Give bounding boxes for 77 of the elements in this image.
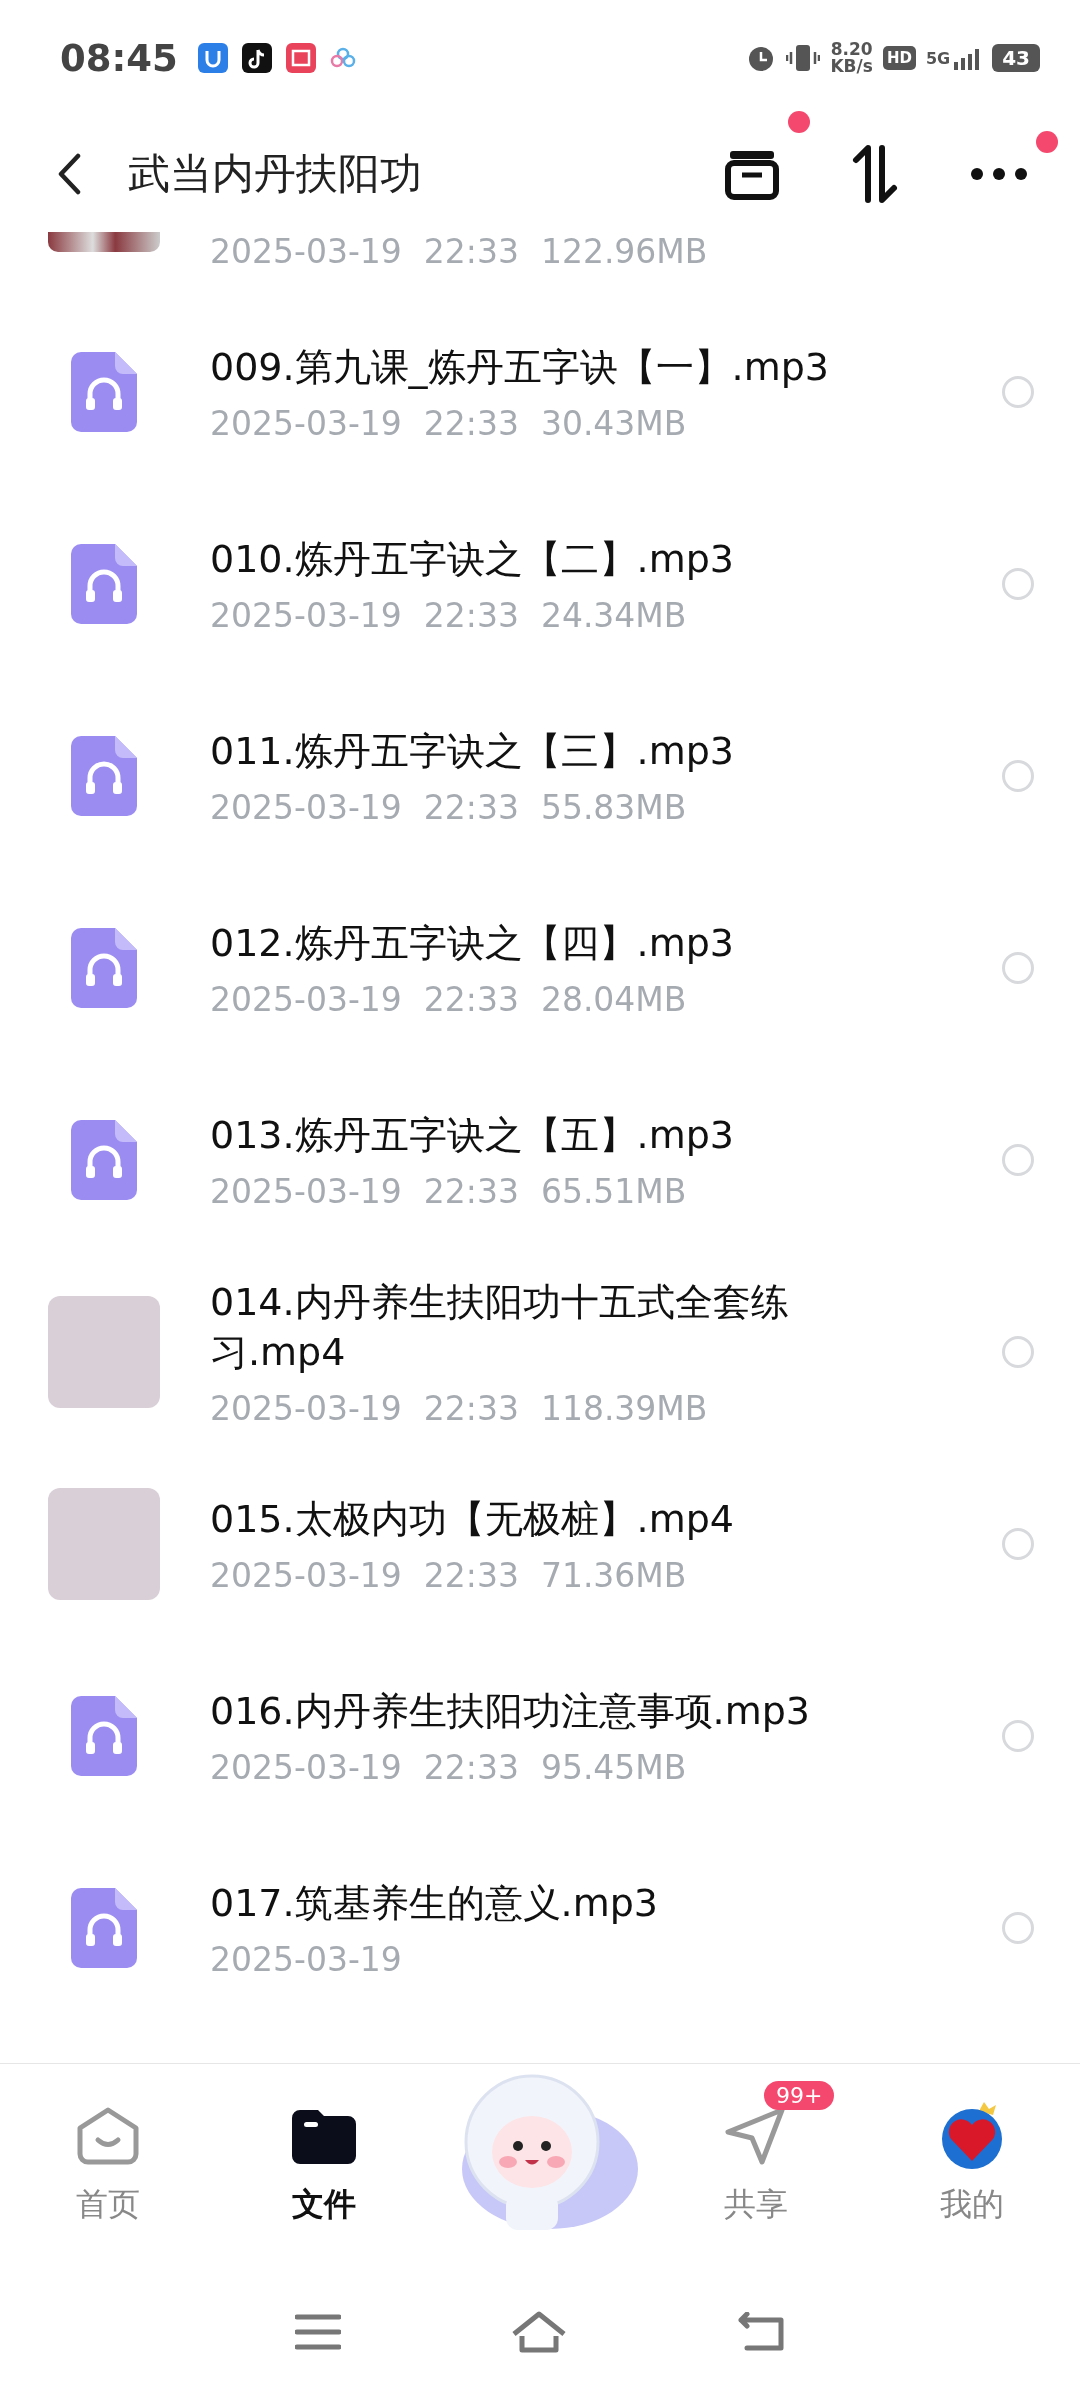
file-date: 2025-03-19 [210, 787, 402, 827]
hd-badge: HD [882, 46, 916, 70]
nav-label[interactable]: 文件 [292, 2183, 356, 2227]
file-time: 22:33 [423, 787, 519, 827]
nav-label[interactable]: 共享 [724, 2183, 788, 2227]
file-time: 22:33 [423, 1747, 519, 1787]
file-date: 2025-03-19 [210, 1939, 402, 1979]
battery-level: 43 [992, 44, 1040, 72]
file-size: 30.43MB [540, 403, 687, 443]
audio-file-icon [71, 1120, 137, 1200]
app-icon [241, 43, 272, 73]
file-size: 24.34MB [540, 595, 687, 635]
file-date: 2025-03-19 [210, 1555, 402, 1595]
network-speed: 8.20 KB/s [830, 41, 873, 75]
sort-icon[interactable] [850, 144, 900, 204]
back-icon[interactable] [56, 153, 82, 195]
more-icon[interactable] [970, 167, 1028, 181]
app-icon [285, 43, 316, 73]
file-date: 2025-03-19 [210, 1747, 402, 1787]
file-name[interactable]: 009.第九课_炼丹五字诀【一】.mp3 [210, 341, 850, 392]
file-date: 2025-03-19 [210, 232, 402, 271]
home-icon[interactable] [76, 2106, 140, 2166]
file-time: 22:33 [423, 232, 519, 271]
file-size: 122.96MB [540, 232, 708, 271]
file-time: 22:33 [423, 595, 519, 635]
file-size: 28.04MB [540, 979, 687, 1019]
file-time: 22:33 [423, 403, 519, 443]
file-size: 118.39MB [540, 1388, 708, 1428]
home-icon[interactable] [510, 2310, 568, 2354]
file-name[interactable]: 014.内丹养生扶阳功十五式全套练习.mp4 [210, 1276, 850, 1377]
audio-file-icon [71, 1888, 137, 1968]
audio-file-icon [71, 736, 137, 816]
file-time: 22:33 [423, 1171, 519, 1211]
count-badge: 99+ [764, 2081, 835, 2110]
select-radio[interactable] [1002, 1912, 1034, 1944]
file-date: 2025-03-19 [210, 1388, 402, 1428]
file-name[interactable]: 013.炼丹五字诀之【五】.mp3 [210, 1109, 850, 1160]
vibrate-icon [786, 43, 821, 73]
file-time: 22:33 [423, 1555, 519, 1595]
file-size: 95.45MB [540, 1747, 687, 1787]
select-radio[interactable] [1002, 952, 1034, 984]
file-name[interactable]: 016.内丹养生扶阳功注意事项.mp3 [210, 1685, 850, 1736]
select-radio[interactable] [1002, 760, 1034, 792]
network-type: 5G [925, 48, 951, 68]
select-radio[interactable] [1002, 376, 1034, 408]
select-radio[interactable] [1002, 1144, 1034, 1176]
select-radio[interactable] [1002, 568, 1034, 600]
menu-icon[interactable] [294, 2313, 341, 2351]
file-size: 71.36MB [540, 1555, 687, 1595]
select-radio[interactable] [1002, 1336, 1034, 1368]
file-time: 22:33 [423, 979, 519, 1019]
cloud-app-icon [329, 47, 356, 69]
folder-icon[interactable] [292, 2108, 356, 2164]
file-date: 2025-03-19 [210, 403, 402, 443]
file-size: 65.51MB [540, 1171, 687, 1211]
file-name[interactable]: 017.筑基养生的意义.mp3 [210, 1877, 850, 1928]
file-time: 22:33 [423, 1388, 519, 1428]
file-name[interactable]: 011.炼丹五字诀之【三】.mp3 [210, 725, 850, 776]
file-size: 55.83MB [540, 787, 687, 827]
app-icon [197, 43, 228, 73]
audio-file-icon [71, 352, 137, 432]
folder-title: 武当内丹扶阳功 [128, 148, 422, 200]
file-name[interactable]: 012.炼丹五字诀之【四】.mp3 [210, 917, 850, 968]
select-radio[interactable] [1002, 1528, 1034, 1560]
audio-file-icon [71, 544, 137, 624]
select-radio[interactable] [1002, 1720, 1034, 1752]
nav-label[interactable]: 我的 [940, 2183, 1004, 2227]
file-date: 2025-03-19 [210, 979, 402, 1019]
file-name[interactable]: 010.炼丹五字诀之【二】.mp3 [210, 533, 850, 584]
nav-label[interactable]: 首页 [76, 2183, 140, 2227]
audio-file-icon [71, 1696, 137, 1776]
file-date: 2025-03-19 [210, 1171, 402, 1211]
heart-avatar-icon[interactable] [939, 2101, 1005, 2171]
audio-file-icon [71, 928, 137, 1008]
file-name[interactable]: 015.太极内功【无极桩】.mp4 [210, 1493, 850, 1544]
status-time: 08:45 [60, 36, 178, 80]
file-date: 2025-03-19 [210, 595, 402, 635]
